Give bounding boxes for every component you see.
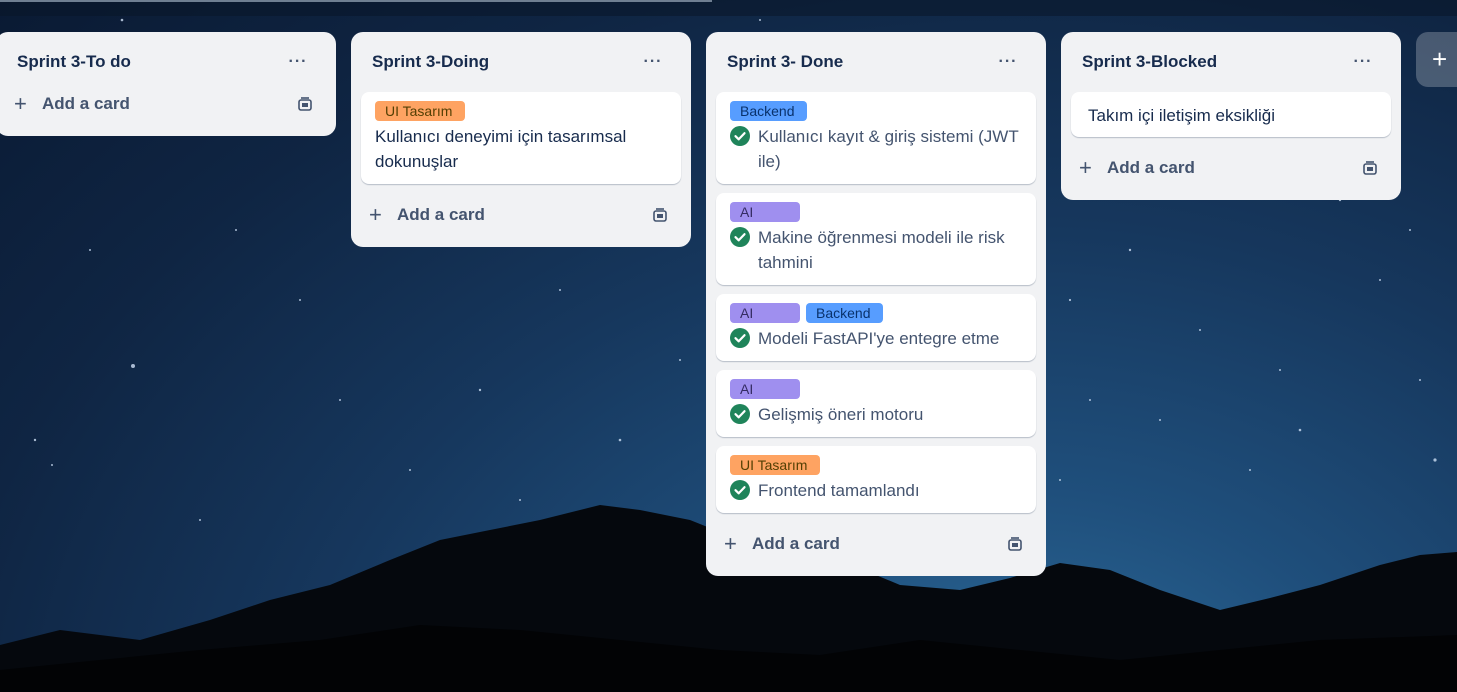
card[interactable]: AI Makine öğrenmesi modeli ile risk tahm… xyxy=(716,193,1036,285)
plus-icon: + xyxy=(1079,155,1092,180)
card-template-icon[interactable] xyxy=(1006,535,1024,553)
card[interactable]: UI Tasarım Kullanıcı deneyimi için tasar… xyxy=(361,92,681,184)
list-title[interactable]: Sprint 3-Doing xyxy=(372,52,489,72)
card-body: Kullanıcı deneyimi için tasarımsal dokun… xyxy=(375,124,669,174)
card-labels: UI Tasarım xyxy=(375,101,669,121)
add-card-label: Add a card xyxy=(752,534,840,553)
card-body: Kullanıcı kayıt & giriş sistemi (JWT ile… xyxy=(730,124,1024,174)
check-circle-icon[interactable] xyxy=(730,227,750,247)
card-body: Makine öğrenmesi modeli ile risk tahmini xyxy=(730,225,1024,275)
card[interactable]: Takım içi iletişim eksikliği xyxy=(1071,92,1391,137)
label-ui-tasarim[interactable]: UI Tasarım xyxy=(730,455,820,475)
top-scrollbar[interactable] xyxy=(0,0,1457,16)
card-template-icon[interactable] xyxy=(1361,159,1379,177)
label-ai[interactable]: AI xyxy=(730,303,800,323)
card-title: Frontend tamamlandı xyxy=(758,481,920,500)
board-background: Sprint 3-To do ··· + Add a card Sprint 3… xyxy=(0,0,1457,692)
list-menu-icon[interactable]: ··· xyxy=(998,52,1018,72)
list-menu-icon[interactable]: ··· xyxy=(288,52,308,72)
card[interactable]: UI Tasarım Frontend tamamlandı xyxy=(716,446,1036,513)
card-title: Modeli FastAPI'ye entegre etme xyxy=(758,329,1000,348)
card-body: Takım içi iletişim eksikliği xyxy=(1088,103,1379,128)
plus-icon: + xyxy=(369,202,382,227)
list-sprint3-blocked: Sprint 3-Blocked ··· Takım içi iletişim … xyxy=(1061,32,1401,200)
label-ui-tasarim[interactable]: UI Tasarım xyxy=(375,101,465,121)
list-header: Sprint 3-Doing ··· xyxy=(361,32,681,92)
add-card-label: Add a card xyxy=(42,94,130,113)
add-card-button[interactable]: + Add a card xyxy=(1071,146,1391,190)
list-title[interactable]: Sprint 3-To do xyxy=(17,52,131,72)
plus-icon: + xyxy=(14,91,27,116)
card-template-icon[interactable] xyxy=(296,95,314,113)
add-card-button[interactable]: + Add a card xyxy=(6,82,326,126)
card-labels: Backend xyxy=(730,101,1024,121)
card[interactable]: Backend Kullanıcı kayıt & giriş sistemi … xyxy=(716,92,1036,184)
list-header: Sprint 3- Done ··· xyxy=(716,32,1036,92)
list-header: Sprint 3-Blocked ··· xyxy=(1071,32,1391,92)
scrollbar-thumb[interactable] xyxy=(0,0,712,2)
card-title: Makine öğrenmesi modeli ile risk tahmini xyxy=(758,228,1005,272)
check-circle-icon[interactable] xyxy=(730,328,750,348)
add-list-button[interactable]: + xyxy=(1416,32,1457,87)
list-sprint3-todo: Sprint 3-To do ··· + Add a card xyxy=(0,32,336,136)
card-title: Kullanıcı deneyimi için tasarımsal dokun… xyxy=(375,127,627,171)
check-circle-icon[interactable] xyxy=(730,126,750,146)
label-backend[interactable]: Backend xyxy=(806,303,883,323)
add-card-button[interactable]: + Add a card xyxy=(361,193,681,237)
card-body: Frontend tamamlandı xyxy=(730,478,1024,503)
card-labels: AI xyxy=(730,202,1024,222)
card-labels: AI Backend xyxy=(730,303,1024,323)
list-sprint3-done: Sprint 3- Done ··· Backend Kullanıcı kay… xyxy=(706,32,1046,576)
card-labels: AI xyxy=(730,379,1024,399)
card-title: Gelişmiş öneri motoru xyxy=(758,405,924,424)
list-title[interactable]: Sprint 3- Done xyxy=(727,52,843,72)
add-card-label: Add a card xyxy=(1107,158,1195,177)
card-labels: UI Tasarım xyxy=(730,455,1024,475)
add-card-button[interactable]: + Add a card xyxy=(716,522,1036,566)
list-menu-icon[interactable]: ··· xyxy=(1353,52,1373,72)
list-sprint3-doing: Sprint 3-Doing ··· UI Tasarım Kullanıcı … xyxy=(351,32,691,247)
label-backend[interactable]: Backend xyxy=(730,101,807,121)
check-circle-icon[interactable] xyxy=(730,480,750,500)
card-title: Kullanıcı kayıt & giriş sistemi (JWT ile… xyxy=(758,127,1019,171)
plus-icon: + xyxy=(724,531,737,556)
list-title[interactable]: Sprint 3-Blocked xyxy=(1082,52,1217,72)
add-card-label: Add a card xyxy=(397,205,485,224)
card-template-icon[interactable] xyxy=(651,206,669,224)
check-circle-icon[interactable] xyxy=(730,404,750,424)
card-body: Gelişmiş öneri motoru xyxy=(730,402,1024,427)
label-ai[interactable]: AI xyxy=(730,379,800,399)
card-title: Takım içi iletişim eksikliği xyxy=(1088,106,1276,125)
card-body: Modeli FastAPI'ye entegre etme xyxy=(730,326,1024,351)
card[interactable]: AI Backend Modeli FastAPI'ye entegre etm… xyxy=(716,294,1036,361)
card[interactable]: AI Gelişmiş öneri motoru xyxy=(716,370,1036,437)
list-menu-icon[interactable]: ··· xyxy=(643,52,663,72)
label-ai[interactable]: AI xyxy=(730,202,800,222)
